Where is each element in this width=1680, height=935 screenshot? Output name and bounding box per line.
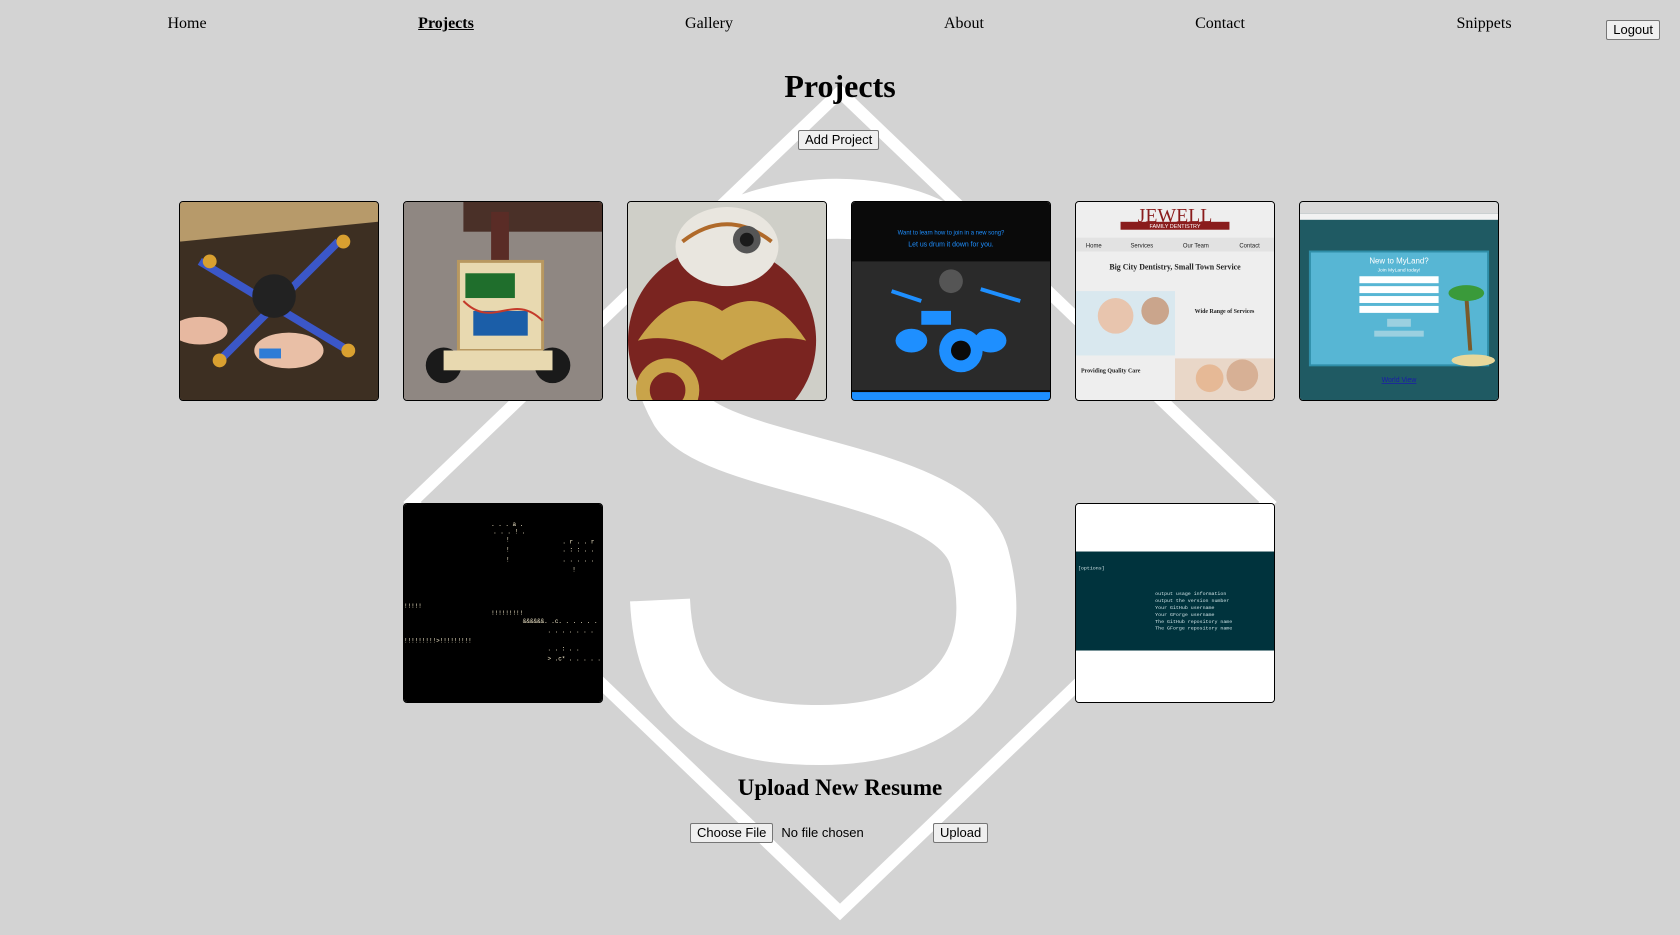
cli-line-usage: output usage information: [1155, 591, 1226, 597]
project-thumbnail-ascii-dungeon[interactable]: . . . a . . . . ! . ! ! ! . r . . r . : …: [403, 503, 603, 703]
svg-text:!!!!!: !!!!!: [404, 603, 422, 610]
svg-text:. r . . r: . r . . r: [562, 539, 595, 546]
svg-text:!: !: [506, 547, 510, 554]
myland-heading: New to MyLand?: [1369, 256, 1429, 265]
svg-text:&&&&&&. .c. . . . . . . .: &&&&&&. .c. . . . . . . .: [523, 618, 602, 625]
dentistry-services: Wide Range of Services: [1195, 309, 1255, 315]
svg-text:. : : . .: . : : . .: [562, 547, 594, 554]
nav-projects[interactable]: Projects: [418, 15, 474, 33]
file-status: No file chosen: [781, 825, 864, 840]
svg-text:!: !: [506, 556, 510, 563]
nav-contact[interactable]: Contact: [1195, 15, 1245, 33]
project-thumbnail-drum-site[interactable]: Want to learn how to join in a new song?…: [851, 201, 1051, 401]
cli-help-screenshot: [options] output usage information outpu…: [1076, 504, 1274, 702]
dentistry-heading: Big City Dentistry, Small Town Service: [1109, 262, 1241, 271]
main-nav: Home Projects Gallery About Contact Snip…: [0, 15, 1680, 45]
project-thumbnail-dentistry-site[interactable]: JEWELL FAMILY DENTISTRY Home Services Ou…: [1075, 201, 1275, 401]
svg-text:. . : . .: . . : . .: [548, 646, 580, 653]
svg-text:. . . . .: . . . . .: [562, 556, 594, 563]
svg-text:!: !: [572, 566, 576, 573]
upload-button[interactable]: Upload: [933, 823, 989, 843]
nav-about[interactable]: About: [944, 15, 984, 33]
add-project-button[interactable]: Add Project: [798, 130, 880, 150]
dentistry-logo-sub: FAMILY DENTISTRY: [1149, 224, 1200, 230]
nav-home[interactable]: Home: [167, 15, 206, 33]
project-thumbnail-myland-site[interactable]: New to MyLand? Join MyLand today! World …: [1299, 201, 1499, 401]
project-thumbnail-cli-tool[interactable]: [options] output usage information outpu…: [1075, 503, 1275, 703]
cli-line-version: output the version number: [1155, 598, 1229, 604]
svg-text:. . . ! .: . . . ! .: [493, 529, 525, 536]
ascii-dungeon-screenshot: . . . a . . . . ! . ! ! ! . r . . r . : …: [404, 504, 602, 702]
cli-line-github-user: Your GitHub username: [1155, 605, 1214, 611]
myland-subheading: Join MyLand today!: [1378, 267, 1421, 273]
project-thumbnail-balancing-robot[interactable]: [403, 201, 603, 401]
nav-snippets[interactable]: Snippets: [1456, 15, 1511, 33]
svg-text:. . . . . . .: . . . . . . .: [548, 628, 594, 635]
page-title: Projects: [784, 68, 896, 104]
balancing-robot-photo: [404, 202, 602, 400]
dentistry-quality: Providing Quality Care: [1081, 368, 1141, 374]
bb8-droid-photo: [628, 202, 826, 400]
nav-gallery[interactable]: Gallery: [685, 15, 733, 33]
project-thumbnail-bb8[interactable]: [627, 201, 827, 401]
logout-button[interactable]: Logout: [1606, 20, 1660, 40]
myland-link: World View: [1382, 377, 1418, 384]
dentistry-nav-home: Home: [1086, 244, 1103, 250]
drum-website-screenshot: Want to learn how to join in a new song?…: [852, 202, 1050, 400]
cli-line-gforge-repo: The GForge repository name: [1155, 626, 1232, 632]
quadcopter-photo: [180, 202, 378, 400]
cli-options: [options]: [1078, 565, 1105, 571]
svg-text:!: !: [506, 537, 510, 544]
drum-site-tagline: Let us drum it down for you.: [908, 242, 993, 249]
cli-line-gforge-user: Your GForge username: [1155, 612, 1214, 618]
project-thumbnail-quadcopter[interactable]: [179, 201, 379, 401]
svg-text:. . . a .: . . . a .: [491, 521, 523, 528]
choose-file-button[interactable]: Choose File: [690, 823, 774, 843]
svg-text:!!!!!!!!!: !!!!!!!!!: [491, 610, 523, 617]
dentistry-nav-services: Services: [1130, 244, 1153, 250]
svg-text:!!!!!!!!!>!!!!!!!!!: !!!!!!!!!>!!!!!!!!!: [404, 638, 472, 645]
myland-website-screenshot: New to MyLand? Join MyLand today! World …: [1300, 202, 1498, 400]
dentistry-website-screenshot: JEWELL FAMILY DENTISTRY Home Services Ou…: [1076, 202, 1274, 400]
dentistry-nav-contact: Contact: [1239, 244, 1260, 250]
dentistry-nav-team: Our Team: [1183, 244, 1209, 250]
upload-resume-title: Upload New Resume: [737, 775, 943, 800]
drum-site-heading: Want to learn how to join in a new song?: [898, 231, 1005, 237]
svg-text:> .c* . . . . . . . .: > .c* . . . . . . . .: [548, 655, 602, 662]
file-input[interactable]: Choose File No file chosen: [690, 823, 864, 843]
cli-line-github-repo: The GitHub repository name: [1155, 619, 1232, 625]
